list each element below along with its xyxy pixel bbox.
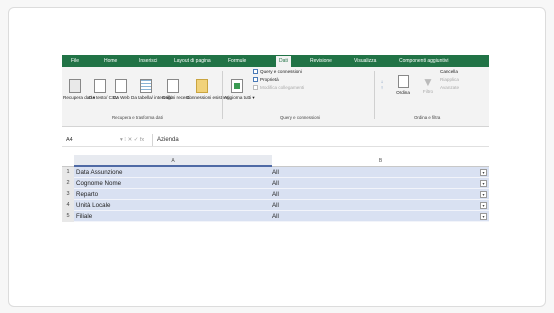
cell-b[interactable]: All bbox=[272, 200, 279, 211]
reapply-button[interactable]: Riapplica bbox=[440, 76, 459, 83]
web-icon bbox=[115, 79, 127, 93]
edit-links-icon bbox=[253, 85, 258, 91]
dropdown-arrow-icon[interactable]: ▾ bbox=[480, 202, 487, 209]
cell-b[interactable]: All bbox=[272, 178, 279, 189]
database-icon bbox=[69, 79, 81, 93]
sort-az-button[interactable]: ↓ ↑ bbox=[377, 79, 387, 90]
tab-insert[interactable]: Inserisci bbox=[139, 57, 157, 65]
connections-icon bbox=[196, 79, 208, 93]
table-row[interactable]: 1 Data Assunzione All ▾ bbox=[62, 167, 489, 178]
properties-label: Proprietà bbox=[260, 77, 279, 82]
formula-bar: A4 ▾ ⁝ ✕ ✓ fx Azienda bbox=[62, 133, 489, 147]
filter-label: Filtro bbox=[422, 89, 434, 94]
row-number[interactable]: 2 bbox=[62, 178, 74, 189]
table-icon bbox=[140, 79, 152, 93]
table-row[interactable]: 4 Unità Locale All ▾ bbox=[62, 200, 489, 211]
table-row[interactable]: 5 Filiale All ▾ bbox=[62, 211, 489, 222]
row-number[interactable]: 4 bbox=[62, 200, 74, 211]
dropdown-arrow-icon[interactable]: ▾ bbox=[480, 191, 487, 198]
dropdown-arrow-icon[interactable]: ▾ bbox=[480, 213, 487, 220]
get-data-button[interactable]: Recupera dati ▾ bbox=[63, 79, 95, 101]
row-number[interactable]: 1 bbox=[62, 167, 74, 178]
column-header-b[interactable]: B bbox=[272, 155, 489, 167]
tab-formulas[interactable]: Formule bbox=[228, 57, 246, 65]
ribbon: Recupera dati ▾ Da testo/ CSV Da Web Da … bbox=[62, 67, 489, 127]
cell-b[interactable]: All bbox=[272, 189, 279, 200]
group-label-queries: Query e connessioni bbox=[280, 115, 321, 120]
formula-bar-icons[interactable]: ▾ ⁝ ✕ ✓ fx bbox=[120, 135, 144, 145]
edit-links-label: Modifica collegamenti bbox=[260, 85, 305, 90]
cell-a[interactable]: Reparto bbox=[76, 189, 98, 200]
tab-page-layout[interactable]: Layout di pagina bbox=[174, 57, 211, 65]
excel-window: File Home Inserisci Layout di pagina For… bbox=[62, 55, 489, 237]
edit-links-button[interactable]: Modifica collegamenti bbox=[253, 84, 304, 91]
from-table-button[interactable]: Da tabella/ intervallo bbox=[131, 79, 173, 101]
sort-icon bbox=[397, 75, 409, 88]
column-headers: A B bbox=[62, 155, 489, 167]
tab-file[interactable]: File bbox=[71, 57, 79, 65]
group-separator bbox=[374, 71, 375, 119]
refresh-icon bbox=[231, 79, 243, 93]
reapply-label: Riapplica bbox=[440, 77, 459, 82]
formula-input[interactable]: Azienda bbox=[152, 134, 489, 146]
tab-addins[interactable]: Componenti aggiuntivi bbox=[399, 57, 448, 65]
dropdown-arrow-icon[interactable]: ▾ bbox=[480, 169, 487, 176]
dropdown-arrow-icon[interactable]: ▾ bbox=[480, 180, 487, 187]
select-all-corner[interactable] bbox=[62, 155, 74, 167]
cell-a[interactable]: Cognome Nome bbox=[76, 178, 121, 189]
tab-data[interactable]: Dati bbox=[276, 56, 291, 67]
recent-sources-icon bbox=[167, 79, 179, 93]
tab-view[interactable]: Visualizza bbox=[354, 57, 376, 65]
cell-a[interactable]: Data Assunzione bbox=[76, 167, 122, 178]
properties-button[interactable]: Proprietà bbox=[253, 76, 279, 83]
advanced-label: Avanzate bbox=[440, 85, 460, 90]
filter-icon: ▼ bbox=[422, 75, 434, 89]
row-number[interactable]: 5 bbox=[62, 211, 74, 222]
group-label-sort-filter: Ordina e filtra bbox=[414, 115, 441, 120]
table-row[interactable]: 3 Reparto All ▾ bbox=[62, 189, 489, 200]
group-separator bbox=[222, 71, 223, 119]
cell-b[interactable]: All bbox=[272, 211, 279, 222]
from-web-label: Da Web bbox=[113, 95, 130, 100]
advanced-button[interactable]: Avanzate bbox=[440, 84, 459, 91]
clear-filter-label: Cancella bbox=[440, 69, 458, 74]
text-file-icon bbox=[94, 79, 106, 93]
from-web-button[interactable]: Da Web bbox=[113, 79, 130, 101]
table-row[interactable]: 2 Cognome Nome All ▾ bbox=[62, 178, 489, 189]
sheet-rows: 1 Data Assunzione All ▾ 2 Cognome Nome A… bbox=[62, 167, 489, 222]
refresh-all-label: Aggiorna tutti ▾ bbox=[224, 95, 255, 100]
properties-icon bbox=[253, 77, 258, 83]
queries-icon bbox=[253, 69, 258, 75]
name-box[interactable]: A4 bbox=[66, 135, 116, 145]
group-label-get-transform: Recupera e trasforma dati bbox=[112, 115, 163, 120]
refresh-all-button[interactable]: Aggiorna tutti ▾ bbox=[224, 79, 255, 101]
queries-connections-button[interactable]: Query e connessioni bbox=[253, 68, 302, 75]
queries-connections-label: Query e connessioni bbox=[260, 69, 302, 74]
cell-a[interactable]: Filiale bbox=[76, 211, 92, 222]
from-text-csv-button[interactable]: Da testo/ CSV bbox=[89, 79, 118, 101]
recent-sources-button[interactable]: Origini recenti bbox=[162, 79, 190, 101]
ribbon-tabs: File Home Inserisci Layout di pagina For… bbox=[62, 55, 489, 67]
column-header-a[interactable]: A bbox=[74, 155, 272, 167]
cell-b[interactable]: All bbox=[272, 167, 279, 178]
existing-connections-button[interactable]: Connessioni esistenti bbox=[186, 79, 229, 101]
filter-button[interactable]: ▼ Filtro bbox=[420, 75, 436, 95]
tab-review[interactable]: Revisione bbox=[310, 57, 332, 65]
sort-button[interactable]: Ordina bbox=[392, 75, 414, 96]
tab-home[interactable]: Home bbox=[104, 57, 117, 65]
cell-a[interactable]: Unità Locale bbox=[76, 200, 110, 211]
sort-label: Ordina bbox=[396, 90, 410, 95]
row-number[interactable]: 3 bbox=[62, 189, 74, 200]
clear-filter-button[interactable]: Cancella bbox=[440, 68, 458, 75]
